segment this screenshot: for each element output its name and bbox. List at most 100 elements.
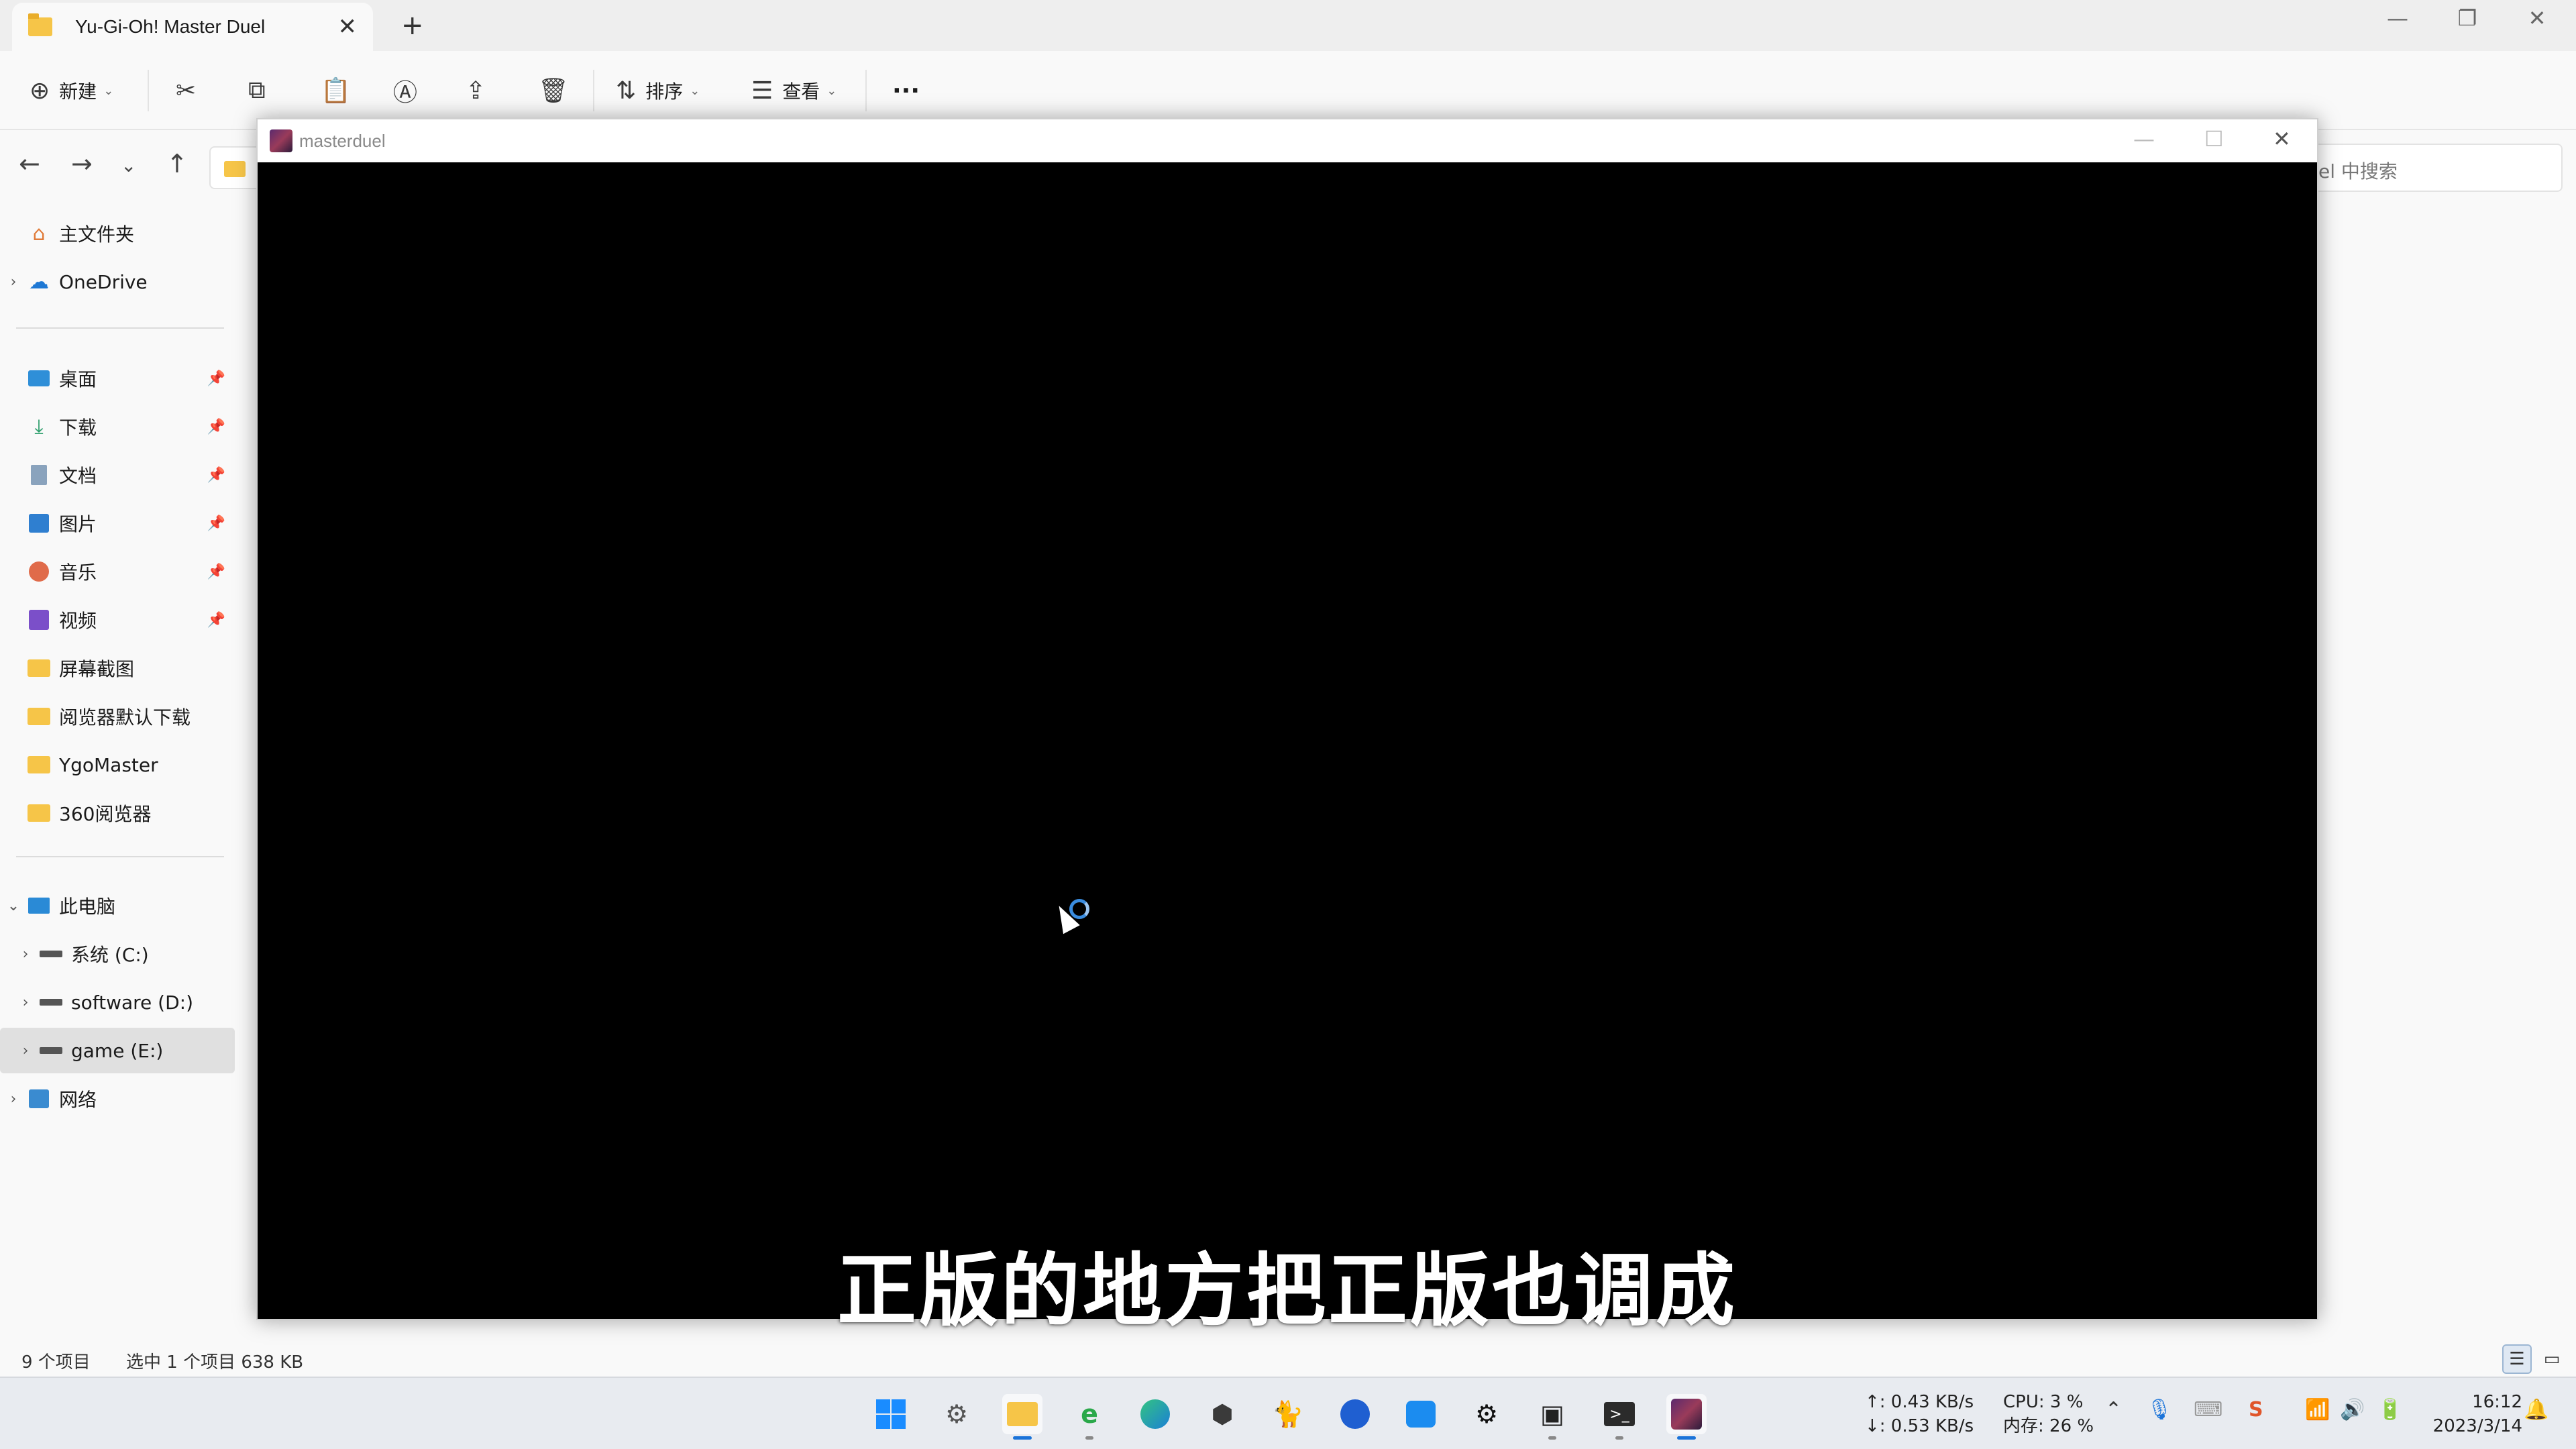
settings-taskbar-icon[interactable]: ⚙ xyxy=(936,1394,977,1434)
sidebar-item-this-pc[interactable]: ⌄ 此电脑 xyxy=(0,883,235,928)
picture-icon xyxy=(27,513,51,534)
chevron-right-icon[interactable]: › xyxy=(0,274,27,290)
share-button[interactable]: ⇪ xyxy=(466,74,495,107)
up-arrow-icon[interactable]: ↑ xyxy=(166,149,188,178)
system-monitor: CPU: 3 % 内存: 26 % xyxy=(2003,1390,2094,1438)
maximize-button[interactable]: ☐ xyxy=(2204,126,2224,152)
chevron-right-icon[interactable]: › xyxy=(0,1091,27,1108)
chevron-down-icon: ⌄ xyxy=(826,83,837,98)
edge-taskbar-icon[interactable] xyxy=(1135,1394,1175,1434)
pin-icon[interactable]: 📌 xyxy=(207,515,225,532)
sidebar-item-desktop[interactable]: 桌面 📌 xyxy=(0,356,235,401)
clock-date: 2023/3/14 xyxy=(2432,1416,2522,1436)
microphone-icon[interactable]: 🎙 xyxy=(2147,1398,2172,1421)
pin-icon[interactable]: 📌 xyxy=(207,612,225,629)
sidebar-item-onedrive[interactable]: › ☁ OneDrive xyxy=(0,259,235,305)
sidebar-item-screenshots[interactable]: 屏幕截图 xyxy=(0,645,235,691)
tiles-view-icon[interactable]: ▭ xyxy=(2537,1344,2567,1374)
sidebar-item-browser-downloads[interactable]: 阅览器默认下载 xyxy=(0,694,235,739)
close-tab-icon[interactable]: ✕ xyxy=(338,15,358,39)
folder-icon xyxy=(27,754,51,775)
sidebar-item-drive-d[interactable]: › software (D:) xyxy=(0,979,235,1025)
close-window-button[interactable]: ✕ xyxy=(2273,126,2291,152)
explorer-tab[interactable]: Yu-Gi-Oh! Master Duel ✕ xyxy=(12,3,373,51)
sidebar-item-label: YgoMaster xyxy=(59,753,158,776)
forward-arrow-icon[interactable]: → xyxy=(71,149,93,178)
battery-icon[interactable]: 🔋 xyxy=(2377,1398,2402,1421)
clock[interactable]: 16:12 2023/3/14 xyxy=(2428,1390,2522,1438)
cat-app-taskbar-icon[interactable]: 🐈 xyxy=(1268,1394,1308,1434)
start-button[interactable] xyxy=(871,1394,911,1434)
file-explorer-taskbar-icon[interactable] xyxy=(1002,1394,1042,1440)
sidebar-item-drive-e[interactable]: › game (E:) xyxy=(0,1028,235,1073)
new-button[interactable]: ⊕ 新建 ⌄ xyxy=(30,74,113,107)
chevron-right-icon[interactable]: › xyxy=(12,1042,39,1059)
copy-button[interactable]: ⧉ xyxy=(248,74,275,107)
sidebar-item-documents[interactable]: 文档 📌 xyxy=(0,452,235,498)
toolbar-divider xyxy=(593,70,594,111)
sidebar-item-360-browser[interactable]: 360阅览器 xyxy=(0,790,235,836)
video-subtitle: 正版的地方把正版也调成 xyxy=(837,1244,1737,1337)
sidebar-item-ygomaster[interactable]: YgoMaster xyxy=(0,742,235,788)
camera-app-taskbar-icon[interactable] xyxy=(1335,1394,1375,1434)
back-arrow-icon[interactable]: ← xyxy=(19,149,40,178)
photos-taskbar-icon[interactable] xyxy=(1401,1394,1441,1434)
minimize-button[interactable]: — xyxy=(2133,126,2155,152)
masterduel-game-window[interactable]: masterduel — ☐ ✕ 正版的地方把正版也调成 xyxy=(256,118,2318,1337)
details-view-icon[interactable]: ☰ xyxy=(2502,1344,2532,1374)
new-tab-button[interactable]: + xyxy=(401,11,424,40)
sidebar-item-network[interactable]: › 网络 xyxy=(0,1076,235,1122)
sidebar-item-label: 网络 xyxy=(59,1089,97,1111)
sidebar-item-pictures[interactable]: 图片 📌 xyxy=(0,500,235,546)
chevron-down-icon: ⌄ xyxy=(103,83,114,98)
ie-browser-taskbar-icon[interactable]: e xyxy=(1069,1394,1110,1440)
rename-button[interactable]: Ⓐ xyxy=(393,74,427,107)
toolbar-divider xyxy=(865,70,867,111)
recent-locations-chevron-icon[interactable]: ⌄ xyxy=(121,154,136,176)
terminal-taskbar-icon[interactable]: >_ xyxy=(1599,1394,1640,1440)
pin-icon[interactable]: 📌 xyxy=(207,564,225,580)
sidebar-item-drive-c[interactable]: › 系统 (C:) xyxy=(0,931,235,977)
sidebar-item-downloads[interactable]: ⤓ 下载 📌 xyxy=(0,404,235,449)
chevron-down-icon[interactable]: ⌄ xyxy=(0,898,27,914)
search-input[interactable]: el 中搜索 xyxy=(2308,144,2563,192)
sort-button-label: 排序 xyxy=(645,80,684,103)
sort-button[interactable]: ⇅ 排序 ⌄ xyxy=(616,74,700,107)
delete-button[interactable]: 🗑 xyxy=(538,74,578,107)
show-hidden-icons-chevron-icon[interactable]: ⌃ xyxy=(2105,1398,2122,1421)
chevron-right-icon[interactable]: › xyxy=(12,994,39,1011)
trash-icon: 🗑 xyxy=(538,77,569,105)
input-method-icon[interactable]: ⌨ xyxy=(2194,1398,2222,1421)
cut-button[interactable]: ✂ xyxy=(176,74,205,107)
sidebar-divider xyxy=(16,327,224,329)
speaker-icon[interactable]: 🔊 xyxy=(2340,1398,2365,1421)
desktop-icon xyxy=(27,368,51,389)
cube-app-taskbar-icon[interactable]: ⬢ xyxy=(1202,1394,1242,1434)
clock-time: 16:12 xyxy=(2472,1392,2522,1412)
close-window-button[interactable]: ✕ xyxy=(2517,5,2557,31)
pin-icon[interactable]: 📌 xyxy=(207,370,225,387)
notification-icon[interactable]: 🔔 xyxy=(2524,1398,2548,1421)
more-options-button[interactable]: ··· xyxy=(892,74,920,107)
sidebar-item-label: 360阅览器 xyxy=(59,803,152,825)
music-icon xyxy=(27,561,51,582)
wifi-icon[interactable]: 📶 xyxy=(2305,1398,2330,1421)
view-toggle: ☰ ▭ xyxy=(2502,1344,2567,1374)
view-button[interactable]: ☰ 查看 ⌄ xyxy=(751,74,837,107)
paste-button[interactable]: 📋 xyxy=(321,74,360,107)
list-view-icon: ☰ xyxy=(751,76,773,105)
chevron-right-icon[interactable]: › xyxy=(12,946,39,963)
sidebar-item-home[interactable]: ⌂ 主文件夹 xyxy=(0,211,235,256)
pin-icon[interactable]: 📌 xyxy=(207,467,225,484)
masterduel-taskbar-icon[interactable] xyxy=(1666,1394,1707,1440)
minimize-button[interactable]: — xyxy=(2377,5,2418,31)
download-icon: ⤓ xyxy=(34,415,44,439)
download-speed: ↓: 0.53 KB/s xyxy=(1865,1416,1974,1436)
emulator-taskbar-icon[interactable]: ▣ xyxy=(1532,1394,1572,1440)
sidebar-item-videos[interactable]: 视频 📌 xyxy=(0,597,235,643)
cheat-engine-taskbar-icon[interactable]: ⚙ xyxy=(1466,1394,1507,1434)
sogou-ime-icon[interactable]: S xyxy=(2249,1398,2263,1421)
restore-button[interactable]: ❐ xyxy=(2447,5,2487,31)
pin-icon[interactable]: 📌 xyxy=(207,419,225,435)
sidebar-item-music[interactable]: 音乐 📌 xyxy=(0,549,235,594)
